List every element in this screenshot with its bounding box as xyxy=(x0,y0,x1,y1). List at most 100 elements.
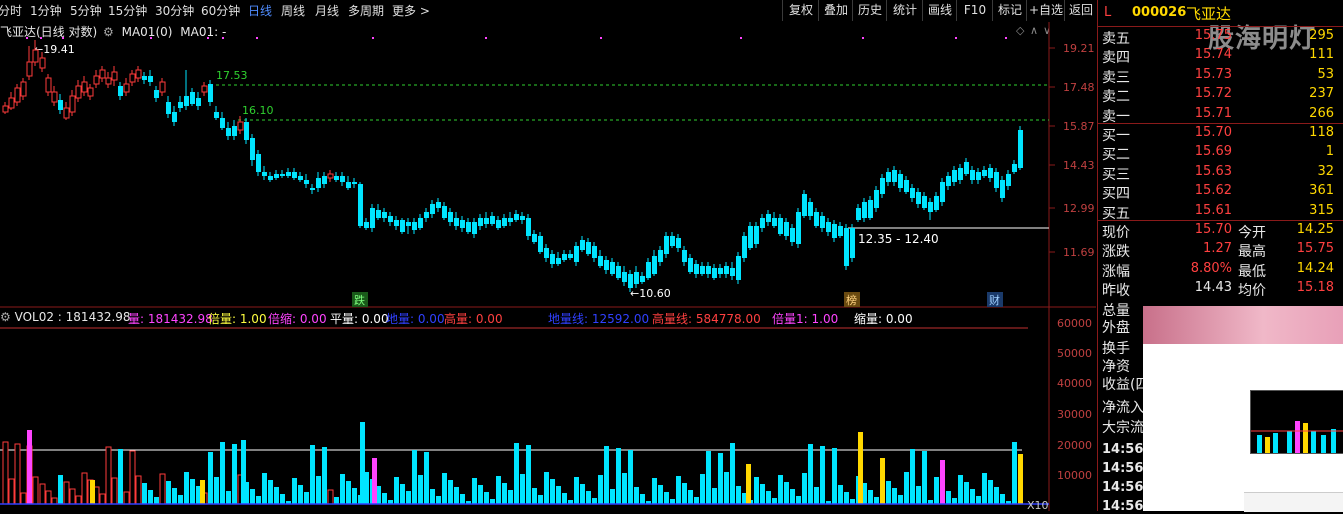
candle-body xyxy=(460,220,465,228)
signal-dot xyxy=(372,37,374,39)
volume-bar-highlight xyxy=(746,464,751,504)
candle-body xyxy=(298,176,303,180)
volume-bar xyxy=(898,495,903,504)
period-intraday[interactable]: 分时 xyxy=(0,2,22,19)
period-monthly[interactable]: 月线 xyxy=(315,2,339,19)
book-price: 15.74 xyxy=(1194,47,1232,63)
period-60min[interactable]: 60分钟 xyxy=(201,2,240,19)
volume-bar xyxy=(232,444,237,504)
volume-bar xyxy=(274,487,279,504)
volume-bar xyxy=(604,446,609,504)
volume-bar xyxy=(454,487,459,504)
volume-bar xyxy=(436,496,441,504)
promo-banner[interactable] xyxy=(1143,306,1343,344)
volume-bar xyxy=(760,484,765,504)
volume-bar-highlight xyxy=(360,422,365,504)
volume-bar xyxy=(496,476,501,504)
volume-bar xyxy=(658,485,663,504)
book-label: 卖五 xyxy=(1102,31,1130,47)
f10-button[interactable]: F10 xyxy=(956,0,993,21)
candle-body xyxy=(718,268,723,274)
volume-bar xyxy=(208,452,213,504)
candle-body xyxy=(928,202,933,212)
candle-body xyxy=(20,81,27,97)
candle-body xyxy=(808,202,813,216)
stat-row: 现价 15.70 今开 14.25 xyxy=(1102,222,1334,241)
candle-body xyxy=(196,98,201,106)
volume-bar xyxy=(754,477,759,504)
candle-body xyxy=(652,256,657,274)
candle-body xyxy=(742,236,747,258)
book-price: 15.62 xyxy=(1194,183,1232,199)
candle-body xyxy=(430,204,435,214)
candle-body xyxy=(790,228,795,242)
candle-body xyxy=(760,218,765,228)
volume-bar xyxy=(892,488,897,504)
candle-body xyxy=(724,266,729,274)
volume-indicator-name: VOL02 : 181432.98 xyxy=(14,310,131,324)
draw-button[interactable]: 画线 xyxy=(922,0,957,21)
kline-chart[interactable]: 19.21 17.48 15.87 14.43 12.99 11.69 17.5… xyxy=(0,22,1096,511)
candle-body xyxy=(340,176,345,182)
candle-body xyxy=(166,102,171,114)
high-label: ←19.41 xyxy=(34,43,75,56)
history-button[interactable]: 历史 xyxy=(852,0,887,21)
candle-body xyxy=(1018,130,1023,168)
candle-body xyxy=(69,95,76,113)
candle-body xyxy=(142,76,147,80)
candle-body xyxy=(904,180,909,192)
candle-body xyxy=(2,105,9,113)
mini-bar xyxy=(1265,437,1270,453)
volume-bar xyxy=(32,476,39,505)
candle-body xyxy=(327,173,334,179)
svg-text:10000: 10000 xyxy=(1057,469,1092,482)
book-label: 卖四 xyxy=(1102,50,1130,67)
volume-metric: 地量线: 12592.00 xyxy=(548,312,650,326)
volume-bar xyxy=(172,488,177,504)
volume-bar xyxy=(772,498,777,504)
period-15min[interactable]: 15分钟 xyxy=(108,2,147,19)
tick-time: 14:56 xyxy=(1102,499,1144,514)
volume-bar xyxy=(111,477,118,505)
candle-body xyxy=(370,208,375,228)
candle-body xyxy=(51,91,58,103)
book-price: 15.70 xyxy=(1194,125,1232,140)
candle-body xyxy=(538,236,543,252)
stats-button[interactable]: 统计 xyxy=(886,0,923,21)
add-watchlist-button[interactable]: +自选 xyxy=(1026,0,1065,21)
volume-metric: 倍量1: 1.00 xyxy=(772,312,839,326)
candle-body xyxy=(220,118,225,128)
quote-header: L 000026 飞亚达 股海明灯 xyxy=(1098,0,1343,54)
signal-dot xyxy=(955,37,957,39)
volume-bar xyxy=(784,482,789,504)
volume-header: ⚙ VOL02 : 181432.98 xyxy=(0,310,131,324)
period-30min[interactable]: 30分钟 xyxy=(155,2,194,19)
volume-bar xyxy=(190,479,195,504)
period-daily[interactable]: 日线 xyxy=(248,2,272,19)
volume-bar xyxy=(178,495,183,504)
candle-body xyxy=(316,178,321,188)
stat-row: 昨收 14.43 均价 15.18 xyxy=(1102,280,1334,300)
mark-button[interactable]: 标记 xyxy=(992,0,1027,21)
volume-metric: 量: 181432.98 xyxy=(128,312,213,326)
period-multi[interactable]: 多周期 xyxy=(348,2,384,19)
book-label: 买一 xyxy=(1102,128,1130,144)
back-button[interactable]: 返回 xyxy=(1064,0,1097,21)
period-more[interactable]: 更多 > xyxy=(392,2,430,19)
volume-bar xyxy=(724,472,729,504)
period-1min[interactable]: 1分钟 xyxy=(30,2,62,19)
volume-bar xyxy=(346,481,351,504)
book-price: 15.73 xyxy=(1194,66,1232,82)
period-weekly[interactable]: 周线 xyxy=(281,2,305,19)
adjust-button[interactable]: 复权 xyxy=(782,0,819,21)
volume-bar xyxy=(250,489,255,504)
candle-body xyxy=(910,188,915,198)
signal-dot xyxy=(62,37,64,39)
stat-row: 涨跌 1.27 最高 15.75 xyxy=(1102,241,1334,261)
period-5min[interactable]: 5分钟 xyxy=(70,2,102,19)
volume-settings-icon[interactable]: ⚙ xyxy=(0,310,11,324)
candle-body xyxy=(502,218,507,226)
volume-bar xyxy=(706,451,711,504)
overlay-button[interactable]: 叠加 xyxy=(818,0,853,21)
candle-body xyxy=(664,236,669,254)
